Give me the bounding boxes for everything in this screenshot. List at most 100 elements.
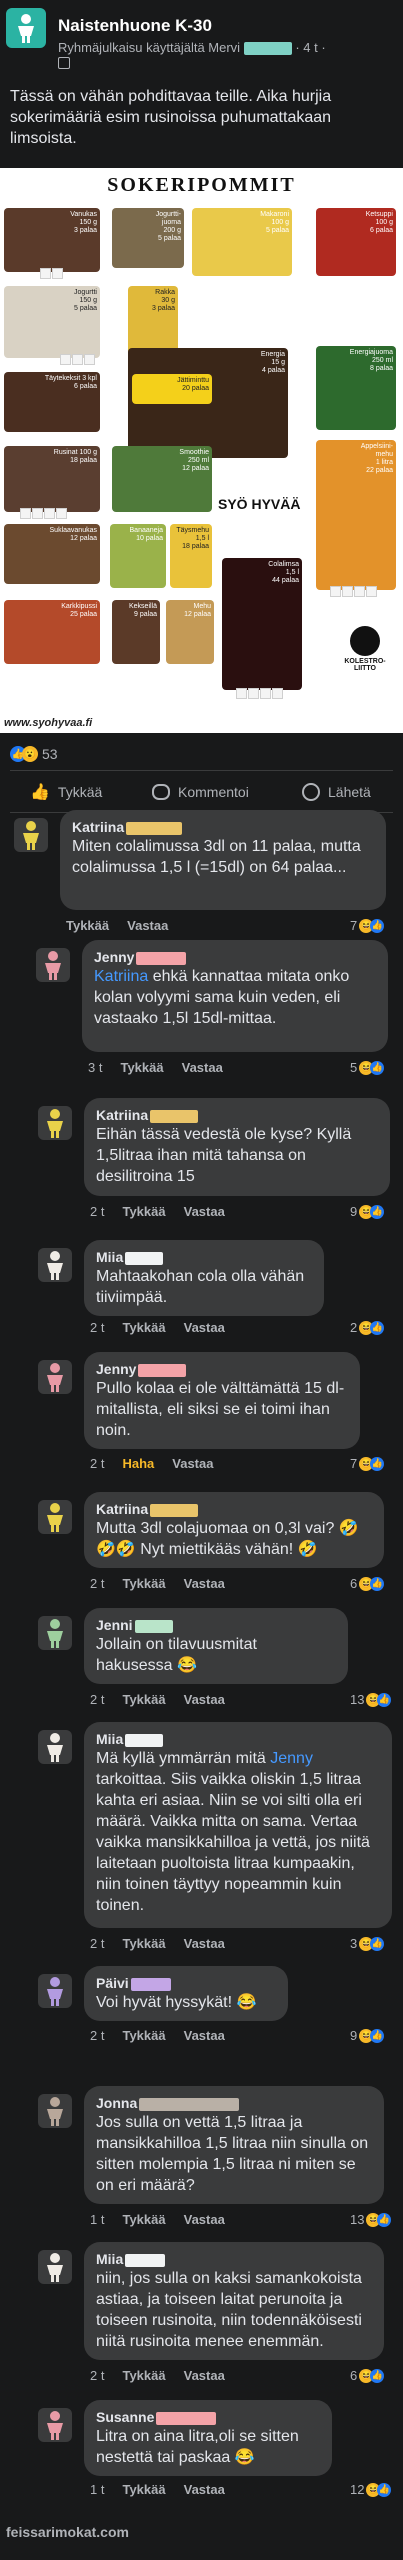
mention-link[interactable]: Katriina — [94, 968, 148, 985]
commenter-avatar[interactable] — [38, 2094, 72, 2128]
redaction-bar — [125, 2253, 166, 2267]
comment-like-button[interactable]: Tykkää — [122, 2028, 165, 2043]
posted-in[interactable]: Ryhmäjulkaisu käyttäjältä Mervi — [58, 40, 240, 55]
comment-time[interactable]: 2 t — [90, 1320, 104, 1335]
comment-author[interactable]: Katriina — [96, 1106, 378, 1124]
person-icon — [47, 2097, 63, 2126]
comment-reply-button[interactable]: Vastaa — [182, 1060, 223, 1075]
comment-author[interactable]: Miia — [96, 1248, 312, 1266]
comment-reply-button[interactable]: Vastaa — [184, 1320, 225, 1335]
comment-reactions[interactable]: 9 😆 👍 — [350, 1204, 385, 1219]
comment-reactions[interactable]: 3 😆 👍 — [350, 1936, 385, 1951]
messenger-icon — [302, 783, 320, 801]
comment-button[interactable]: Kommentoi — [152, 772, 249, 812]
commenter-avatar[interactable] — [36, 948, 70, 982]
poster-tile: Smoothie 250 ml 12 palaa — [112, 446, 212, 512]
comment-like-button[interactable]: Tykkää — [66, 918, 109, 933]
comment-like-button[interactable]: Tykkää — [122, 2212, 165, 2227]
comment-time[interactable]: 1 t — [90, 2482, 104, 2497]
poster-tile: Banaaneja 10 palaa — [110, 524, 166, 588]
comment-reactions[interactable]: 6 😆 👍 — [350, 2368, 385, 2383]
poster-tile: Colalimsa 1,5 l 44 palaa — [222, 558, 302, 690]
comment-text: Voi hyvät hyssykät! 😂 — [96, 1994, 257, 2011]
comment-like-button[interactable]: Tykkää — [120, 1060, 163, 1075]
comment-author[interactable]: Jonna — [96, 2094, 372, 2112]
comment-like-button[interactable]: Tykkää — [122, 1204, 165, 1219]
commenter-avatar[interactable] — [38, 1500, 72, 1534]
comment-author[interactable]: Jenny — [94, 948, 376, 966]
comment-time[interactable]: 1 t — [90, 2212, 104, 2227]
commenter-avatar[interactable] — [38, 2408, 72, 2442]
comment-reply-button[interactable]: Vastaa — [184, 2028, 225, 2043]
commenter-avatar[interactable] — [38, 2250, 72, 2284]
comment-author[interactable]: Katriina — [72, 818, 374, 836]
commenter-avatar[interactable] — [38, 1974, 72, 2008]
comment-time[interactable]: 2 t — [90, 1692, 104, 1707]
comment-reactions[interactable]: 2 😆 👍 — [350, 1320, 385, 1335]
comment-time[interactable]: 2 t — [90, 1204, 104, 1219]
comment-text: Eihän tässä vedestä ole kyse? Kyllä 1,5l… — [96, 1126, 352, 1185]
comment-author[interactable]: Miia — [96, 1730, 380, 1748]
comment-reply-button[interactable]: Vastaa — [184, 1692, 225, 1707]
comment-author[interactable]: Katriina — [96, 1500, 372, 1518]
commenter-avatar[interactable] — [38, 1730, 72, 1764]
comment-like-button[interactable]: Tykkää — [122, 1936, 165, 1951]
comment-time[interactable]: 3 t — [88, 1060, 102, 1075]
reactions-summary[interactable]: 👍 😮 53 — [10, 744, 58, 764]
comment-author[interactable]: Jenny — [96, 1360, 348, 1378]
commenter-avatar[interactable] — [38, 1248, 72, 1282]
comment-reactions[interactable]: 7 😆 👍 — [350, 918, 385, 933]
comment-meta: 1 t Tykkää Vastaa — [90, 2482, 243, 2497]
group-avatar[interactable] — [6, 8, 46, 48]
comment-reply-button[interactable]: Vastaa — [127, 918, 168, 933]
commenter-avatar[interactable] — [38, 1360, 72, 1394]
poster-title: SOKERIPOMMIT — [107, 174, 296, 196]
comment-bubble: Päivi Voi hyvät hyssykät! 😂 — [84, 1966, 288, 2021]
commenter-avatar[interactable] — [14, 818, 48, 852]
share-button[interactable]: Lähetä — [302, 772, 371, 812]
redaction-bar — [126, 821, 183, 835]
poster-tile: Täysmehu 1,5 l 18 palaa — [170, 524, 212, 588]
comment-reactions[interactable]: 9 😆 👍 — [350, 2028, 385, 2043]
poster-tile: Makaroni 100 g 5 palaa — [192, 208, 292, 276]
comment-time[interactable]: 2 t — [90, 2368, 104, 2383]
comment-author[interactable]: Jenni — [96, 1616, 336, 1634]
comment-author[interactable]: Miia — [96, 2250, 372, 2268]
commenter-avatar[interactable] — [38, 1616, 72, 1650]
post-time[interactable]: · 4 t · — [295, 40, 325, 55]
comment-time[interactable]: 2 t — [90, 1576, 104, 1591]
comment-like-button[interactable]: Tykkää — [122, 1320, 165, 1335]
comment-time[interactable]: 2 t — [90, 1456, 104, 1471]
comment-time[interactable]: 2 t — [90, 1936, 104, 1951]
like-button[interactable]: 👍 Tykkää — [30, 772, 102, 812]
comment-reactions[interactable]: 6 😆 👍 — [350, 1576, 385, 1591]
comment-author[interactable]: Päivi — [96, 1974, 276, 1992]
comment-time[interactable]: 2 t — [90, 2028, 104, 2043]
comment-like-button[interactable]: Haha — [122, 1456, 154, 1471]
comment-like-button[interactable]: Tykkää — [122, 1576, 165, 1591]
comment-reactions[interactable]: 5 😆 👍 — [350, 1060, 385, 1075]
group-name[interactable]: Naistenhuone K-30 — [58, 16, 212, 36]
comment-reactions[interactable]: 7 😆 👍 — [350, 1456, 385, 1471]
comment-reactions[interactable]: 12 😆 👍 — [350, 2482, 392, 2497]
comment-reactions[interactable]: 13 😆 👍 — [350, 2212, 392, 2227]
comment-reply-button[interactable]: Vastaa — [184, 2482, 225, 2497]
comment-like-button[interactable]: Tykkää — [122, 2368, 165, 2383]
comment-reply-button[interactable]: Vastaa — [184, 2212, 225, 2227]
comment-reply-button[interactable]: Vastaa — [184, 1204, 225, 1219]
sugar-poster[interactable]: SOKERIPOMMIT Vanukas 150 g 3 palaa Jogur… — [0, 168, 403, 733]
mention-link[interactable]: Jenny — [270, 1750, 313, 1767]
comment-text: Miten colalimussa 3dl on 11 palaa, mutta… — [72, 838, 361, 876]
commenter-avatar[interactable] — [38, 1106, 72, 1140]
comment-reply-button[interactable]: Vastaa — [172, 1456, 213, 1471]
person-icon — [47, 2411, 63, 2440]
comment-like-button[interactable]: Tykkää — [122, 2482, 165, 2497]
person-icon — [47, 1109, 63, 1138]
comment-reply-button[interactable]: Vastaa — [184, 2368, 225, 2383]
comment-reply-button[interactable]: Vastaa — [184, 1936, 225, 1951]
comment-author[interactable]: Susanne — [96, 2408, 320, 2426]
comment-reactions[interactable]: 13 😆 👍 — [350, 1692, 392, 1707]
comment-like-button[interactable]: Tykkää — [122, 1692, 165, 1707]
comment-reply-button[interactable]: Vastaa — [184, 1576, 225, 1591]
like-reaction-icon: 👍 — [377, 2212, 392, 2227]
